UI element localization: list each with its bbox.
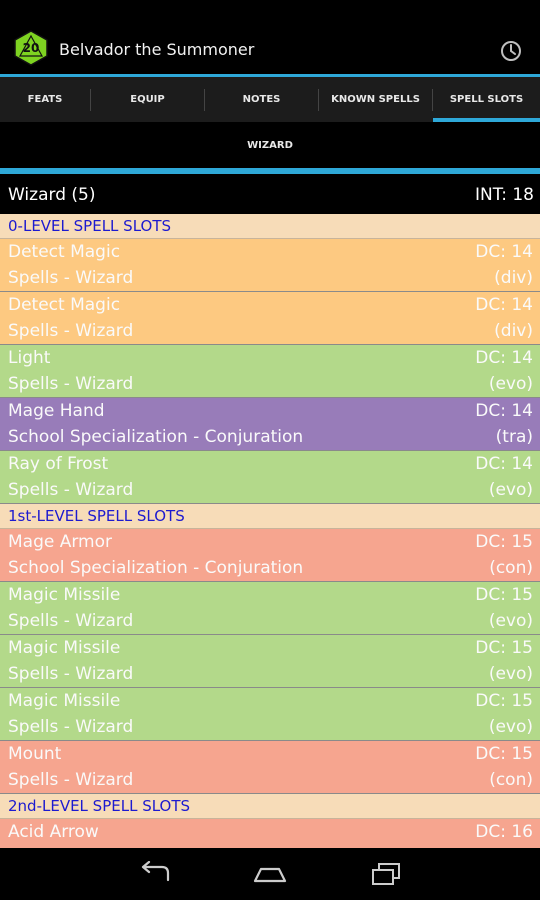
spell-source: Spells - Wizard xyxy=(8,321,134,341)
tab-label: EQUIP xyxy=(130,94,165,105)
spell-dc: DC: 14 xyxy=(475,348,533,368)
spell-dc: DC: 15 xyxy=(475,532,533,552)
spell-level-header: 0-LEVEL SPELL SLOTS xyxy=(0,214,540,239)
spell-slot-row[interactable]: Mage Hand DC: 14 School Specialization - C… xyxy=(0,398,540,451)
spell-source: School Specialization - Conjuration xyxy=(8,427,304,447)
spell-school: (evo) xyxy=(488,717,533,737)
action-bar: 20 Belvador the Summoner xyxy=(0,0,540,74)
spell-dc: DC: 14 xyxy=(475,242,533,262)
spell-name: Mage Hand xyxy=(8,401,105,421)
spell-slot-row[interactable]: Magic Missile DC: 15 Spells - Wizard (evo) xyxy=(0,635,540,688)
subtab-indicator xyxy=(0,168,540,174)
tab-label: FEATS xyxy=(27,94,63,105)
history-clock-icon[interactable] xyxy=(500,40,522,62)
spell-name: Light xyxy=(8,348,51,368)
spell-source: Spells - Wizard xyxy=(8,480,134,500)
recent-apps-icon[interactable] xyxy=(369,861,403,887)
casting-stat-label: INT: 18 xyxy=(474,185,534,205)
spell-name: Detect Magic xyxy=(8,295,121,315)
spell-school: (evo) xyxy=(488,664,533,684)
spell-dc: DC: 15 xyxy=(475,585,533,605)
spell-slot-row[interactable]: Ray of Frost DC: 14 Spells - Wizard (evo) xyxy=(0,451,540,504)
tab-feats[interactable]: FEATS xyxy=(0,77,90,122)
spell-source: Spells - Wizard xyxy=(8,664,134,684)
spell-level-header: 2nd-LEVEL SPELL SLOTS xyxy=(0,794,540,819)
back-icon[interactable] xyxy=(138,861,172,887)
spell-slot-row[interactable]: Detect Magic DC: 14 Spells - Wizard (div) xyxy=(0,292,540,345)
tab-bar: FEATS EQUIP NOTES KNOWN SPELLS SPELL SLO… xyxy=(0,77,540,122)
spell-name: Acid Arrow xyxy=(8,822,99,842)
spell-slot-row[interactable]: Acid ArrowDC: 16Spells - Wizard(con) xyxy=(0,819,540,848)
spell-slot-row[interactable]: Light DC: 14 Spells - Wizard (evo) xyxy=(0,345,540,398)
spell-school: (evo) xyxy=(488,480,533,500)
spell-school: (tra) xyxy=(495,427,533,447)
character-name-title: Belvador the Summoner xyxy=(59,40,255,59)
tab-notes[interactable]: NOTES xyxy=(205,77,318,122)
system-nav-bar xyxy=(0,848,540,900)
spell-slot-row[interactable]: Detect Magic DC: 14 Spells - Wizard (div) xyxy=(0,239,540,292)
spell-name: Mage Armor xyxy=(8,532,113,552)
spell-source: School Specialization - Conjuration xyxy=(8,558,304,578)
spell-name: Magic Missile xyxy=(8,638,121,658)
spell-name: Magic Missile xyxy=(8,691,121,711)
tab-known-spells[interactable]: KNOWN SPELLS xyxy=(319,77,432,122)
spell-dc: DC: 16 xyxy=(475,822,533,842)
spell-source: Spells - Wizard xyxy=(8,611,134,631)
spell-dc: DC: 14 xyxy=(475,401,533,421)
spell-slot-row[interactable]: Mount DC: 15 Spells - Wizard (con) xyxy=(0,741,540,794)
spell-source: Spells - Wizard xyxy=(8,374,134,394)
tab-spell-slots[interactable]: SPELL SLOTS xyxy=(433,77,540,122)
spell-school: (evo) xyxy=(488,374,533,394)
class-level-label: Wizard (5) xyxy=(8,185,96,205)
spell-name: Mount xyxy=(8,744,62,764)
spell-dc: DC: 15 xyxy=(475,638,533,658)
subtab-label: WIZARD xyxy=(247,139,293,151)
subtab-wizard[interactable]: WIZARD xyxy=(0,122,540,168)
spell-name: Detect Magic xyxy=(8,242,121,262)
spell-source: Spells - Wizard xyxy=(8,770,134,790)
spell-dc: DC: 15 xyxy=(475,691,533,711)
spell-slot-row[interactable]: Magic Missile DC: 15 Spells - Wizard (evo) xyxy=(0,688,540,741)
spell-slot-list[interactable]: 0-LEVEL SPELL SLOTS Detect Magic DC: 14 Spe… xyxy=(0,214,540,848)
spell-dc: DC: 14 xyxy=(475,454,533,474)
home-icon[interactable] xyxy=(253,861,287,887)
logo-text: 20 xyxy=(23,41,40,55)
tab-label: NOTES xyxy=(242,94,281,105)
spell-level-header: 1st-LEVEL SPELL SLOTS xyxy=(0,504,540,529)
tab-label: KNOWN SPELLS xyxy=(331,94,420,105)
spell-dc: DC: 14 xyxy=(475,295,533,315)
tab-equip[interactable]: EQUIP xyxy=(91,77,204,122)
spell-school: (div) xyxy=(494,321,533,341)
spell-slot-row[interactable]: Mage Armor DC: 15 School Specialization - … xyxy=(0,529,540,582)
spell-slot-row[interactable]: Magic Missile DC: 15 Spells - Wizard (evo) xyxy=(0,582,540,635)
spell-school: (con) xyxy=(489,770,533,790)
spell-name: Magic Missile xyxy=(8,585,121,605)
class-header: Wizard (5) INT: 18 xyxy=(0,176,540,214)
tab-label: SPELL SLOTS xyxy=(449,94,524,105)
spell-source: Spells - Wizard xyxy=(8,717,134,737)
spell-school: (evo) xyxy=(488,611,533,631)
spell-source: Spells - Wizard xyxy=(8,268,134,288)
spell-school: (con) xyxy=(489,558,533,578)
spell-school: (div) xyxy=(494,268,533,288)
d20-logo-icon[interactable]: 20 xyxy=(13,30,49,66)
spell-name: Ray of Frost xyxy=(8,454,109,474)
spell-dc: DC: 15 xyxy=(475,744,533,764)
